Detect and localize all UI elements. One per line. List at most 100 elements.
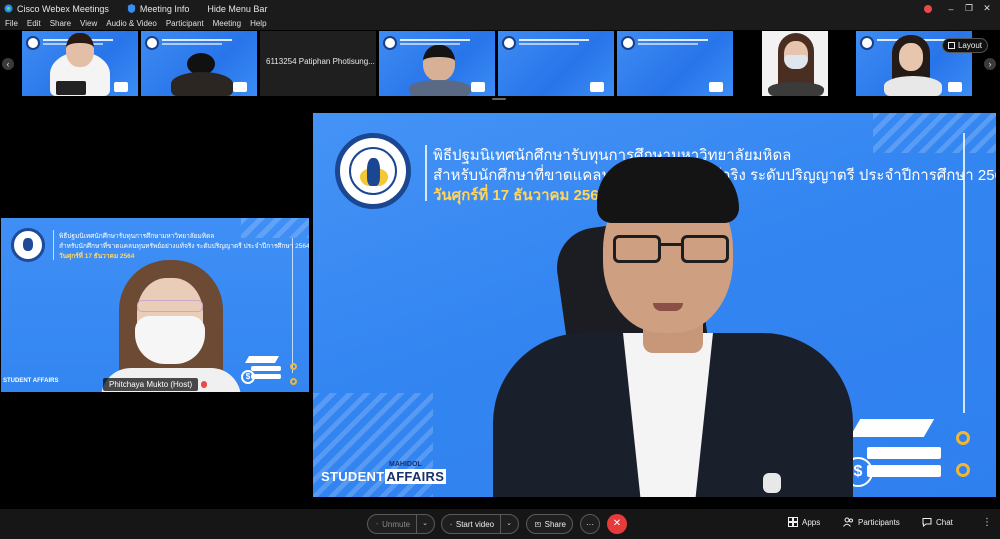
meeting-info-label: Meeting Info	[139, 3, 190, 14]
slide-text-line	[638, 43, 698, 45]
slide-stripes	[241, 218, 309, 238]
participant-face	[423, 45, 455, 81]
webex-logo-icon	[4, 4, 13, 13]
chat-button[interactable]: Chat	[922, 517, 953, 527]
active-speaker-video[interactable]: พิธีปฐมนิเทศนักศึกษารับทุนการศึกษามหาวิท…	[313, 113, 996, 497]
slide-decoration	[956, 431, 970, 445]
layout-grid-icon	[947, 42, 955, 49]
menu-help[interactable]: Help	[250, 19, 266, 28]
mic-muted-icon	[376, 522, 378, 526]
apps-icon	[788, 517, 798, 527]
participant-tile-5[interactable]	[498, 31, 614, 96]
participant-video	[884, 76, 942, 96]
slide-decoration	[956, 463, 970, 477]
mic-muted-icon	[201, 381, 207, 388]
sa-affairs-text: AFFAIRS	[384, 469, 447, 484]
lapel-pin	[763, 473, 781, 493]
slide-divider	[53, 230, 54, 260]
start-video-label: Start video	[455, 519, 495, 529]
unmute-button[interactable]: Unmute ⌄	[367, 514, 435, 534]
app-title: Cisco Webex Meetings	[4, 4, 109, 14]
host-video-tile[interactable]: พิธีปฐมนิเทศนักศึกษารับทุนการศึกษามหาวิท…	[1, 218, 309, 392]
participant-tile-2[interactable]	[141, 31, 257, 96]
hide-menu-bar-label: Hide Menu Bar	[207, 3, 268, 14]
apps-button[interactable]: Apps	[788, 517, 820, 527]
participant-tile-4[interactable]	[379, 31, 495, 96]
laptop	[56, 81, 86, 95]
overflow-menu-button[interactable]: ⋮	[982, 517, 992, 528]
start-video-button[interactable]: Start video ⌄	[441, 514, 519, 534]
slide-decoration	[290, 378, 297, 385]
menu-file[interactable]: File	[5, 19, 18, 28]
grad-cap-icon	[590, 82, 604, 92]
chat-icon	[922, 518, 932, 527]
university-logo-icon	[621, 36, 635, 50]
layout-button[interactable]: Layout	[942, 38, 988, 53]
slide-divider	[425, 145, 427, 201]
slide-text-line	[162, 39, 232, 41]
university-logo-icon	[26, 36, 40, 50]
slide-divider	[292, 238, 293, 373]
slide-stripes	[873, 113, 996, 153]
menu-edit[interactable]: Edit	[27, 19, 41, 28]
unmute-label: Unmute	[382, 519, 411, 529]
meeting-controls-toolbar: Unmute ⌄ Start video ⌄ Share ··· ✕ Apps …	[0, 509, 1000, 539]
menu-bar: File Edit Share View Audio & Video Parti…	[0, 17, 1000, 30]
participant-tile-6[interactable]	[617, 31, 733, 96]
menu-share[interactable]: Share	[50, 19, 71, 28]
slide-decoration	[290, 363, 297, 370]
student-affairs-logo: STUDENT AFFAIRS	[3, 378, 59, 384]
slide-text-line	[162, 43, 222, 45]
grad-cap-icon	[233, 82, 247, 92]
close-window-button[interactable]: ✕	[978, 3, 996, 14]
grad-cap-icon	[948, 82, 962, 92]
participant-face	[66, 33, 94, 67]
window-controls: – ❐ ✕	[924, 0, 996, 17]
strip-prev-button[interactable]: ‹	[2, 58, 14, 70]
slide-text-line	[400, 39, 470, 41]
participant-name: 6113254 Patiphan Photisung...	[266, 57, 375, 66]
university-logo-icon	[11, 228, 45, 262]
sa-mahidol-text: MAHIDOL	[389, 461, 422, 468]
hide-menu-bar-button[interactable]: Hide Menu Bar	[207, 4, 267, 14]
mahidol-university-logo-icon	[335, 133, 411, 209]
strip-next-button[interactable]: ›	[984, 58, 996, 70]
participant-video	[171, 72, 233, 96]
menu-view[interactable]: View	[80, 19, 97, 28]
menu-meeting[interactable]: Meeting	[213, 19, 241, 28]
participant-tile-1[interactable]	[22, 31, 138, 96]
menu-audio-video[interactable]: Audio & Video	[106, 19, 157, 28]
share-icon	[535, 521, 541, 527]
app-title-text: Cisco Webex Meetings	[17, 3, 109, 14]
more-options-button[interactable]: ···	[580, 514, 600, 534]
participant-video	[768, 82, 824, 96]
grad-cap-icon: $	[239, 354, 285, 390]
university-logo-icon	[145, 36, 159, 50]
slide-text-line	[519, 43, 579, 45]
chevron-down-icon: ⌄	[416, 515, 428, 533]
title-bar: Cisco Webex Meetings Meeting Info Hide M…	[0, 0, 1000, 17]
grad-cap-icon	[709, 82, 723, 92]
share-button[interactable]: Share	[526, 514, 573, 534]
participant-tile-7[interactable]	[762, 31, 828, 96]
participant-face	[899, 43, 923, 71]
chevron-down-icon: ⌄	[500, 515, 512, 533]
slide-text-line	[519, 39, 589, 41]
layout-label: Layout	[957, 41, 983, 50]
leave-meeting-button[interactable]: ✕	[607, 514, 627, 534]
meeting-info-button[interactable]: Meeting Info	[127, 3, 190, 14]
strip-resize-handle[interactable]	[492, 98, 506, 100]
participant-tile-3[interactable]: 6113254 Patiphan Photisung...	[260, 31, 376, 96]
grad-cap-icon	[114, 82, 128, 92]
menu-participant[interactable]: Participant	[166, 19, 204, 28]
host-participant-video	[101, 260, 241, 392]
minimize-button[interactable]: –	[942, 4, 960, 14]
face-mask	[135, 316, 205, 364]
participants-button[interactable]: Participants	[843, 517, 900, 527]
grad-cap-icon: $	[841, 413, 951, 493]
slide-title-line1: พิธีปฐมนิเทศนักศึกษารับทุนการศึกษามหาวิท…	[59, 233, 215, 240]
restore-button[interactable]: ❐	[960, 3, 978, 14]
share-label: Share	[544, 519, 566, 529]
slide-text-line	[400, 43, 460, 45]
sa-student-text: STUDENT	[321, 469, 385, 484]
